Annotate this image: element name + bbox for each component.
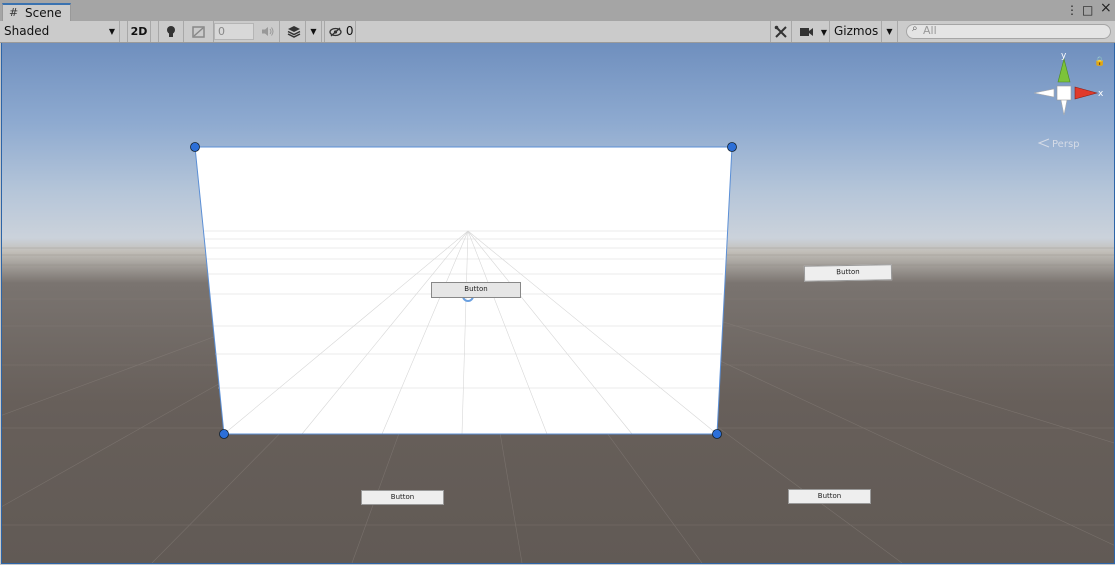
close-icon[interactable]: × [1100, 1, 1112, 15]
gizmos-dropdown[interactable]: ▼ [882, 21, 898, 42]
layers-icon [287, 26, 300, 38]
world-button-right-top[interactable]: Button [803, 264, 893, 282]
eye-slash-icon [329, 27, 342, 36]
gizmo-center-cube[interactable] [1056, 85, 1072, 101]
hidden-objects-toggle[interactable]: 0 [324, 21, 356, 42]
effects-toggle-button[interactable] [184, 21, 214, 42]
gizmo-negative-x-cone[interactable] [1033, 88, 1055, 98]
world-button-left-bottom[interactable]: Button [361, 490, 444, 505]
shading-mode-label: Shaded [4, 24, 50, 38]
grid-icon: # [9, 6, 19, 19]
search-placeholder: All [923, 24, 937, 37]
search-icon: ⌕ [912, 23, 918, 34]
lock-icon[interactable]: 🔒 [1094, 56, 1105, 67]
tab-label: Scene [25, 6, 62, 20]
scene-visibility-button[interactable] [282, 21, 306, 42]
gizmos-toggle-button[interactable]: Gizmos [832, 21, 882, 42]
gizmo-x-axis-cone[interactable] [1074, 86, 1099, 100]
chevron-down-icon: ▼ [886, 27, 893, 36]
resize-handle-top-left[interactable] [190, 142, 200, 152]
search-input[interactable]: ⌕ All [906, 23, 1111, 39]
chevron-down-icon: ▼ [310, 27, 317, 36]
gizmo-x-label: x [1098, 89, 1104, 99]
image-effects-icon [192, 25, 205, 38]
maximize-icon[interactable]: □ [1082, 3, 1093, 17]
perspective-icon [1037, 138, 1050, 148]
camera-settings-dropdown[interactable]: ▼ [796, 21, 830, 42]
toggle-2d-button[interactable]: 2D [127, 21, 151, 42]
shading-mode-dropdown[interactable]: Shaded ▼ [0, 21, 120, 42]
camera-icon [800, 27, 813, 36]
tab-scene[interactable]: # Scene [2, 3, 71, 22]
chevron-down-icon: ▼ [108, 27, 115, 36]
scene-toolbar: Shaded ▼ 2D 0 ▼ 0 ▼ Gizmos ▼ ⌕ All [0, 21, 1115, 43]
lighting-toggle-button[interactable] [158, 21, 184, 42]
scene-view-canvas: y x 🔒 Persp [2, 51, 1114, 563]
resize-handle-bottom-right[interactable] [712, 429, 722, 439]
more-options-icon[interactable]: ⋮ [1066, 3, 1078, 17]
tools-toggle-button[interactable] [770, 21, 792, 42]
scene-viewport[interactable]: y x 🔒 Persp Button Button Button Button [1, 43, 1115, 564]
hidden-count: 0 [345, 24, 354, 38]
resize-handle-bottom-left[interactable] [219, 429, 229, 439]
resize-handle-top-right[interactable] [727, 142, 737, 152]
canvas-button[interactable]: Button [431, 282, 521, 298]
lightbulb-icon [167, 26, 175, 37]
tools-icon [774, 25, 787, 38]
scene-visibility-dropdown[interactable]: ▼ [306, 21, 322, 42]
speaker-icon [261, 27, 273, 36]
projection-label[interactable]: Persp [1052, 139, 1080, 150]
gizmo-y-axis-cone[interactable] [1057, 57, 1071, 83]
world-button-right-bottom[interactable]: Button [788, 489, 871, 504]
audio-toggle-button[interactable] [256, 21, 280, 42]
effects-value-input[interactable]: 0 [214, 23, 254, 40]
tab-bar: # Scene ⋮ □ × [0, 0, 1115, 22]
chevron-down-icon: ▼ [820, 28, 827, 37]
gizmo-y-label: y [1061, 51, 1067, 61]
